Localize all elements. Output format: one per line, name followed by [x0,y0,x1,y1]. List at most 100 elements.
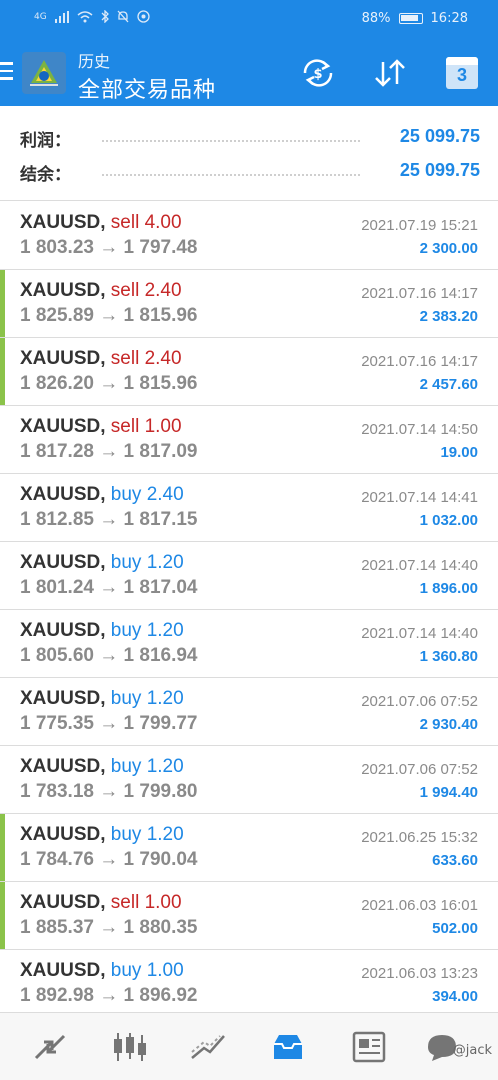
deal-prices: 1 803.23 → 1 797.48 [20,237,198,259]
symbol-filter-button[interactable]: $ [298,54,338,92]
deal-type-volume: sell 1.00 [110,416,182,437]
bottom-navigation: @jack [0,1012,498,1080]
arrow-right-icon: → [99,237,119,258]
quotes-icon [34,1034,66,1060]
deal-symbol: XAUUSD, buy 1.00 [20,960,184,982]
deal-row[interactable]: XAUUSD, buy 1.00 1 892.98 → 1 896.92 2021.… [0,950,498,1018]
close-price: 1 815.96 [123,373,198,394]
status-bar: 4G 88% 16:28 [0,0,498,40]
open-price: 1 783.18 [20,781,94,802]
close-price: 1 816.94 [123,645,198,666]
profit-label: 利润： [20,131,71,151]
deal-time: 2021.07.16 14:17 [361,353,478,370]
svg-text:$: $ [313,67,322,82]
arrow-right-icon: → [99,713,119,734]
close-price: 1 799.77 [123,713,198,734]
close-price: 1 896.92 [123,985,198,1006]
deal-time: 2021.07.14 14:40 [361,625,478,642]
deal-profit: 394.00 [432,988,478,1005]
deal-time: 2021.07.06 07:52 [361,693,478,710]
arrow-right-icon: → [99,441,119,462]
signal-icon [54,10,69,23]
deal-row[interactable]: XAUUSD, sell 2.40 1 826.20 → 1 815.96 2021… [0,338,498,406]
nav-quotes[interactable] [30,1027,70,1067]
symbol-name: XAUUSD, [20,280,106,301]
app-notification-icon [137,10,150,23]
deal-type-volume: sell 2.40 [110,348,182,369]
nav-history[interactable] [268,1027,308,1067]
page-title[interactable]: 全部交易品种 [78,72,216,104]
nav-trade[interactable] [188,1027,228,1067]
deal-type-volume: buy 1.20 [110,756,184,777]
deal-marker [0,814,5,881]
deal-row[interactable]: XAUUSD, buy 1.20 1 784.76 → 1 790.04 2021.… [0,814,498,882]
menu-icon[interactable] [0,62,13,82]
arrow-right-icon: → [99,917,119,938]
close-price: 1 790.04 [123,849,198,870]
deal-profit: 1 896.00 [419,580,478,597]
close-price: 1 799.80 [123,781,198,802]
symbol-name: XAUUSD, [20,484,106,505]
deal-symbol: XAUUSD, buy 1.20 [20,756,184,778]
close-price: 1 817.04 [123,577,198,598]
deal-type-volume: sell 4.00 [110,212,182,233]
period-button[interactable]: 3 [442,54,482,92]
balance-value: 25 099.75 [399,160,480,180]
deal-row[interactable]: XAUUSD, sell 4.00 1 803.23 → 1 797.48 2021… [0,202,498,270]
deal-profit: 2 383.20 [419,308,478,325]
open-price: 1 825.89 [20,305,94,326]
deal-symbol: XAUUSD, buy 1.20 [20,552,184,574]
close-price: 1 817.15 [123,509,198,530]
profit-row: 利润： 25 099.75 [20,126,480,151]
deal-type-volume: buy 1.20 [110,824,184,845]
watermark: @jack [452,1043,492,1058]
deal-time: 2021.07.19 15:21 [361,217,478,234]
deal-profit: 1 032.00 [419,512,478,529]
balance-label: 结余： [20,165,71,185]
deal-prices: 1 885.37 → 1 880.35 [20,917,198,939]
balance-row: 结余： 25 099.75 [20,160,480,185]
deal-prices: 1 892.98 → 1 896.92 [20,985,198,1007]
deal-row[interactable]: XAUUSD, buy 2.40 1 812.85 → 1 817.15 2021.… [0,474,498,542]
deal-symbol: XAUUSD, sell 1.00 [20,892,182,914]
deal-time: 2021.07.14 14:50 [361,421,478,438]
close-price: 1 880.35 [123,917,198,938]
symbol-name: XAUUSD, [20,620,106,641]
news-icon [352,1031,386,1063]
deal-profit: 19.00 [440,444,478,461]
nav-chart[interactable] [110,1027,150,1067]
calendar-icon: 3 [446,57,478,89]
profit-value: 25 099.75 [399,126,480,146]
deal-time: 2021.07.06 07:52 [361,761,478,778]
deal-row[interactable]: XAUUSD, sell 1.00 1 885.37 → 1 880.35 2021… [0,882,498,950]
symbol-name: XAUUSD, [20,348,106,369]
deal-prices: 1 805.60 → 1 816.94 [20,645,198,667]
symbol-name: XAUUSD, [20,212,106,233]
battery-percent: 88% [361,11,391,26]
page-subtitle: 历史 [78,52,111,71]
deal-prices: 1 812.85 → 1 817.15 [20,509,198,531]
deal-row[interactable]: XAUUSD, sell 1.00 1 817.28 → 1 817.09 2021… [0,406,498,474]
deal-row[interactable]: XAUUSD, buy 1.20 1 801.24 → 1 817.04 2021.… [0,542,498,610]
arrow-right-icon: → [99,849,119,870]
deal-symbol: XAUUSD, sell 4.00 [20,212,182,234]
deal-marker [0,270,5,337]
arrow-right-icon: → [99,305,119,326]
deal-time: 2021.07.16 14:17 [361,285,478,302]
deal-row[interactable]: XAUUSD, sell 2.40 1 825.89 → 1 815.96 2021… [0,270,498,338]
symbol-name: XAUUSD, [20,756,106,777]
deal-symbol: XAUUSD, buy 2.40 [20,484,184,506]
battery-icon [398,13,423,24]
deal-time: 2021.06.03 16:01 [361,897,478,914]
deal-profit: 633.60 [432,852,478,869]
symbol-name: XAUUSD, [20,552,106,573]
deal-row[interactable]: XAUUSD, buy 1.20 1 783.18 → 1 799.80 2021.… [0,746,498,814]
open-price: 1 817.28 [20,441,94,462]
sort-button[interactable] [370,54,410,92]
deal-profit: 1 994.40 [419,784,478,801]
deal-type-volume: buy 2.40 [110,484,184,505]
deal-profit: 1 360.80 [419,648,478,665]
nav-news[interactable] [348,1027,388,1067]
deal-row[interactable]: XAUUSD, buy 1.20 1 775.35 → 1 799.77 2021.… [0,678,498,746]
deal-row[interactable]: XAUUSD, buy 1.20 1 805.60 → 1 816.94 2021.… [0,610,498,678]
